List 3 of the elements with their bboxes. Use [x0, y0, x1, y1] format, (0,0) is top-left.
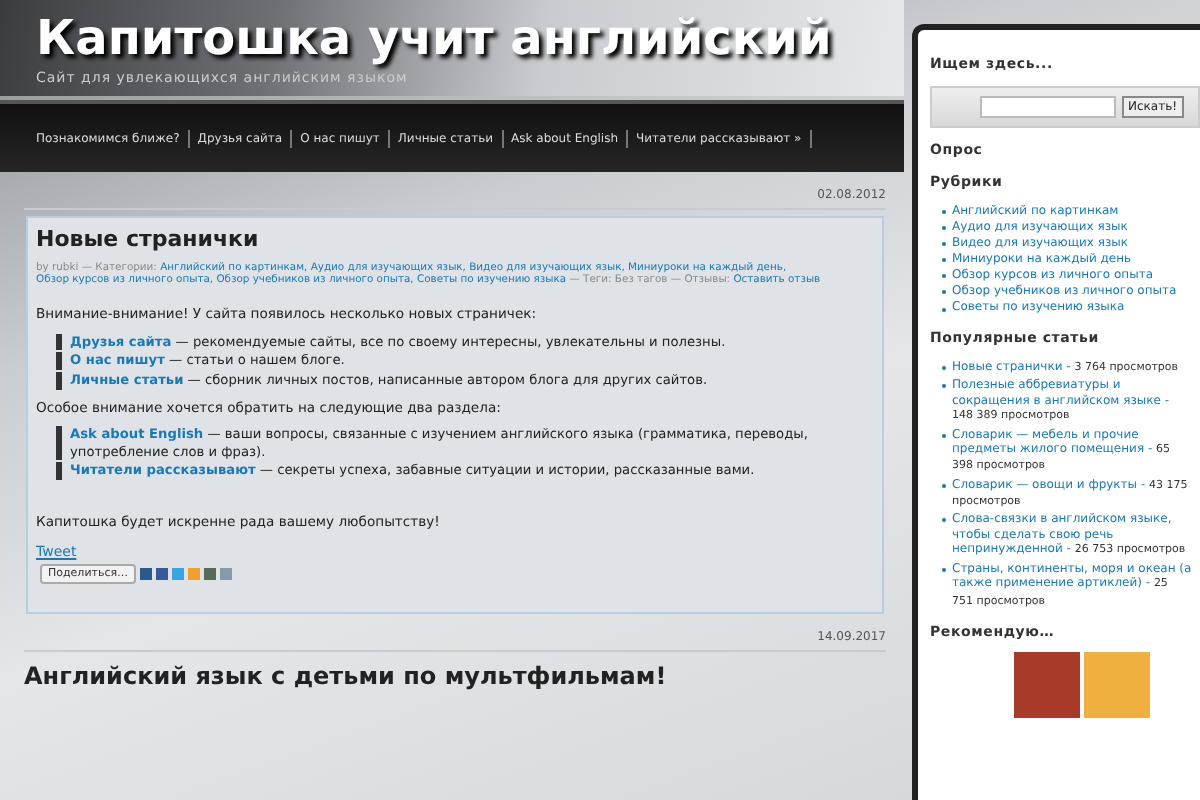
search-field[interactable]: [980, 95, 1116, 117]
post-title[interactable]: Новые странички: [36, 224, 870, 257]
post-title[interactable]: Английский язык с детьми по мультфильмам!: [24, 658, 904, 695]
